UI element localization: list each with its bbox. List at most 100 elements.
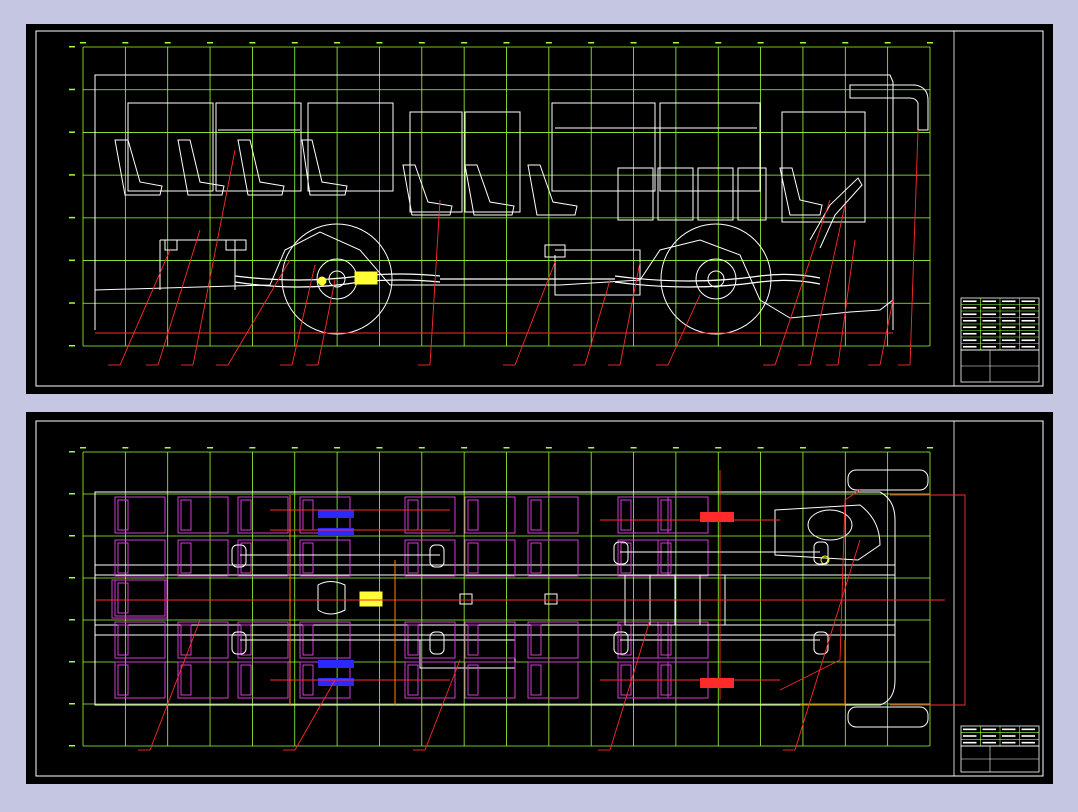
title-block-text-mark bbox=[1021, 313, 1035, 316]
tick-label-mark bbox=[69, 88, 75, 91]
title-block-text-mark bbox=[982, 728, 996, 731]
title-block-text-mark bbox=[1002, 332, 1016, 335]
tick-label-mark bbox=[376, 42, 383, 44]
tick-label-mark bbox=[461, 447, 468, 449]
title-block-text-mark bbox=[1021, 728, 1035, 731]
tick-label-mark bbox=[503, 447, 510, 449]
title-block-text-mark bbox=[1002, 326, 1016, 329]
title-block-text-mark bbox=[1021, 741, 1035, 744]
tick-label-mark bbox=[927, 447, 933, 449]
tick-label-mark bbox=[334, 42, 341, 44]
tick-label-mark bbox=[715, 447, 722, 449]
title-block-text-mark bbox=[963, 319, 977, 322]
title-block-text-mark bbox=[963, 300, 977, 303]
tick-label-mark bbox=[249, 447, 256, 449]
title-block-text-mark bbox=[963, 728, 977, 731]
title-block-text-mark bbox=[1021, 319, 1035, 322]
title-block-text-mark bbox=[1021, 300, 1035, 303]
title-block-text-mark bbox=[1021, 735, 1035, 737]
tick-label-mark bbox=[249, 42, 256, 44]
tick-label-mark bbox=[69, 345, 75, 347]
title-block-text-mark bbox=[982, 741, 996, 744]
title-block-text-mark bbox=[982, 735, 996, 737]
tick-label-mark bbox=[122, 42, 129, 44]
tick-label-mark bbox=[418, 42, 425, 44]
title-block-text-mark bbox=[963, 339, 977, 342]
tick-label-mark bbox=[545, 42, 552, 44]
title-block-text-mark bbox=[963, 306, 977, 309]
tick-label-mark bbox=[630, 447, 637, 449]
title-block-text-mark bbox=[963, 345, 977, 348]
tick-label-mark bbox=[334, 447, 341, 449]
tick-label-mark bbox=[69, 451, 75, 453]
tick-label-mark bbox=[884, 42, 891, 44]
title-block-text-mark bbox=[982, 319, 996, 322]
tick-label-mark bbox=[927, 42, 933, 44]
tick-label-mark bbox=[799, 447, 806, 449]
grid bbox=[82, 46, 931, 347]
tick-label-mark bbox=[291, 447, 298, 449]
sheet-top-view bbox=[26, 412, 1053, 784]
tick-label-mark bbox=[588, 42, 595, 44]
title-block-text-mark bbox=[1002, 735, 1016, 737]
tick-label-mark bbox=[672, 447, 679, 449]
title-block-text-mark bbox=[1002, 741, 1016, 744]
tick-label-mark bbox=[842, 42, 849, 44]
tick-label-mark bbox=[69, 535, 75, 537]
title-block-text-mark bbox=[982, 313, 996, 316]
title-block-text-mark bbox=[1002, 319, 1016, 322]
tick-label-mark bbox=[69, 302, 75, 304]
sheet-background bbox=[26, 24, 1053, 394]
title-block-text-mark bbox=[1002, 339, 1016, 342]
title-block-text-mark bbox=[982, 339, 996, 342]
tick-label-mark bbox=[69, 745, 75, 747]
tick-label-mark bbox=[69, 259, 75, 262]
tick-label-mark bbox=[207, 447, 214, 449]
tick-label-mark bbox=[69, 493, 75, 495]
cad-viewport[interactable] bbox=[0, 0, 1078, 808]
title-block-text-mark bbox=[1002, 306, 1016, 309]
title-block-text-mark bbox=[1021, 306, 1035, 309]
cad-drawing bbox=[0, 0, 1078, 808]
grid bbox=[82, 451, 931, 747]
title-block-text-mark bbox=[963, 313, 977, 316]
tick-label-mark bbox=[69, 216, 75, 219]
tick-label-mark bbox=[69, 577, 75, 579]
tick-label-mark bbox=[588, 447, 595, 449]
tick-label-mark bbox=[69, 131, 75, 133]
tick-label-mark bbox=[69, 174, 75, 176]
tick-label-mark bbox=[164, 447, 171, 449]
tick-label-mark bbox=[69, 46, 75, 48]
tick-label-mark bbox=[69, 703, 75, 705]
sheet-side-view bbox=[26, 24, 1053, 394]
title-block-text-mark bbox=[963, 326, 977, 329]
tick-label-mark bbox=[69, 619, 75, 621]
tick-label-mark bbox=[80, 447, 86, 449]
tick-label-mark bbox=[80, 42, 86, 44]
tick-label-mark bbox=[672, 42, 679, 44]
tick-label-mark bbox=[757, 42, 764, 44]
tick-label-mark bbox=[291, 42, 298, 44]
title-block-text-mark bbox=[982, 306, 996, 309]
title-block-text-mark bbox=[1002, 313, 1016, 316]
tick-label-mark bbox=[122, 447, 129, 449]
tick-label-mark bbox=[884, 447, 891, 449]
title-block-text-mark bbox=[1002, 345, 1016, 348]
tick-label-mark bbox=[207, 42, 214, 44]
tick-label-mark bbox=[545, 447, 552, 449]
title-block-text-mark bbox=[982, 332, 996, 335]
sheet-background bbox=[26, 412, 1053, 784]
tick-label-mark bbox=[799, 42, 806, 44]
tick-label-mark bbox=[164, 42, 171, 44]
tick-label-mark bbox=[503, 42, 510, 44]
tick-label-mark bbox=[842, 447, 849, 449]
title-block-text-mark bbox=[1021, 339, 1035, 342]
title-block-text-mark bbox=[982, 345, 996, 348]
title-block-text-mark bbox=[982, 300, 996, 303]
tick-label-mark bbox=[630, 42, 637, 44]
tick-label-mark bbox=[461, 42, 468, 44]
tick-label-mark bbox=[715, 42, 722, 44]
tick-label-mark bbox=[757, 447, 764, 449]
title-block-text-mark bbox=[963, 332, 977, 335]
title-block-text-mark bbox=[963, 735, 977, 737]
